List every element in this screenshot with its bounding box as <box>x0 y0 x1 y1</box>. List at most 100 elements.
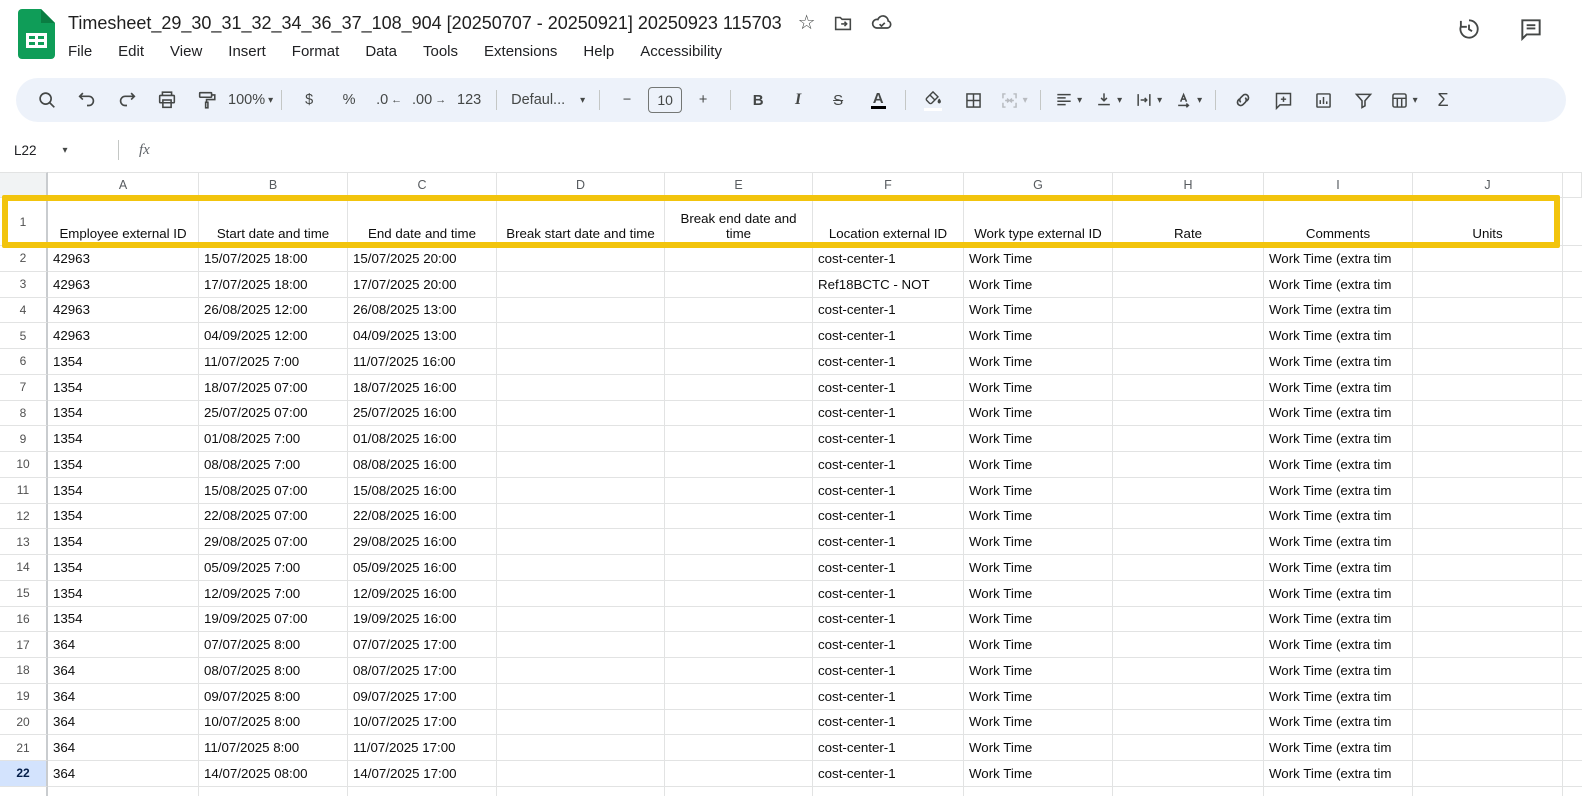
row-header-6[interactable]: 6 <box>0 349 48 375</box>
cell-C8[interactable]: 25/07/2025 16:00 <box>348 400 497 427</box>
cell-I7[interactable]: Work Time (extra tim <box>1264 374 1413 401</box>
cell-G11[interactable]: Work Time <box>964 477 1113 504</box>
cell-G19[interactable]: Work Time <box>964 683 1113 710</box>
cell-partial[interactable] <box>1563 658 1582 684</box>
cell-E5[interactable] <box>665 323 813 349</box>
cell-C3[interactable]: 17/07/2025 20:00 <box>348 271 497 298</box>
cell-H5[interactable] <box>1113 323 1264 349</box>
row-header-7[interactable]: 7 <box>0 374 48 401</box>
cell-F12[interactable]: cost-center-1 <box>813 503 964 530</box>
cell-J3[interactable] <box>1413 271 1563 298</box>
insert-comment-icon[interactable] <box>1264 85 1302 115</box>
cell-B5[interactable]: 04/09/2025 12:00 <box>199 323 348 349</box>
cell-A2[interactable]: 42963 <box>48 246 199 272</box>
cell-B[interactable] <box>199 786 348 796</box>
cell-B16[interactable]: 19/09/2025 07:00 <box>199 606 348 633</box>
cell-D11[interactable] <box>497 477 665 504</box>
cell-F13[interactable]: cost-center-1 <box>813 529 964 555</box>
row-header-14[interactable]: 14 <box>0 555 48 581</box>
cell-J19[interactable] <box>1413 683 1563 710</box>
cell-F10[interactable]: cost-center-1 <box>813 452 964 478</box>
cell-E10[interactable] <box>665 452 813 478</box>
document-title[interactable]: Timesheet_29_30_31_32_34_36_37_108_904 [… <box>68 13 782 34</box>
cell-G1[interactable]: Work type external ID <box>964 198 1113 246</box>
cell-C2[interactable]: 15/07/2025 20:00 <box>348 246 497 272</box>
cell-J13[interactable] <box>1413 529 1563 555</box>
cell-J21[interactable] <box>1413 735 1563 761</box>
cell-A16[interactable]: 1354 <box>48 606 199 633</box>
cell-D7[interactable] <box>497 374 665 401</box>
cell-B9[interactable]: 01/08/2025 7:00 <box>199 426 348 452</box>
cell-I21[interactable]: Work Time (extra tim <box>1264 735 1413 761</box>
cell-C[interactable] <box>348 786 497 796</box>
undo-icon[interactable] <box>68 85 106 115</box>
cell-C14[interactable]: 05/09/2025 16:00 <box>348 555 497 581</box>
cell-A12[interactable]: 1354 <box>48 503 199 530</box>
cell-B17[interactable]: 07/07/2025 8:00 <box>199 632 348 658</box>
zoom-select[interactable]: 100% ▾ <box>228 85 273 115</box>
cell-F15[interactable]: cost-center-1 <box>813 580 964 607</box>
cell-B7[interactable]: 18/07/2025 07:00 <box>199 374 348 401</box>
cell-partial[interactable] <box>1563 349 1582 375</box>
paint-format-icon[interactable] <box>188 85 226 115</box>
cell-I10[interactable]: Work Time (extra tim <box>1264 452 1413 478</box>
cell-C19[interactable]: 09/07/2025 17:00 <box>348 683 497 710</box>
row-header-9[interactable]: 9 <box>0 426 48 452</box>
fill-color-button[interactable] <box>914 85 952 115</box>
cell-E4[interactable] <box>665 297 813 324</box>
cell-partial[interactable] <box>1563 735 1582 761</box>
cell-B21[interactable]: 11/07/2025 8:00 <box>199 735 348 761</box>
cell-A13[interactable]: 1354 <box>48 529 199 555</box>
cell-G5[interactable]: Work Time <box>964 323 1113 349</box>
cell-D[interactable] <box>497 786 665 796</box>
cell-D3[interactable] <box>497 271 665 298</box>
cell-A19[interactable]: 364 <box>48 683 199 710</box>
cell-I20[interactable]: Work Time (extra tim <box>1264 709 1413 736</box>
cell-G7[interactable]: Work Time <box>964 374 1113 401</box>
cell-G3[interactable]: Work Time <box>964 271 1113 298</box>
row-header-3[interactable]: 3 <box>0 271 48 298</box>
cell-A20[interactable]: 364 <box>48 709 199 736</box>
cell-partial[interactable] <box>1563 426 1582 452</box>
cell-J8[interactable] <box>1413 400 1563 427</box>
functions-button[interactable]: Σ <box>1424 85 1462 115</box>
cell-I14[interactable]: Work Time (extra tim <box>1264 555 1413 581</box>
cell-I15[interactable]: Work Time (extra tim <box>1264 580 1413 607</box>
cell-F8[interactable]: cost-center-1 <box>813 400 964 427</box>
cell-A3[interactable]: 42963 <box>48 271 199 298</box>
cell-J11[interactable] <box>1413 477 1563 504</box>
cell-C15[interactable]: 12/09/2025 16:00 <box>348 580 497 607</box>
cell-H16[interactable] <box>1113 606 1264 633</box>
column-header-I[interactable]: I <box>1264 172 1413 198</box>
cell-A15[interactable]: 1354 <box>48 580 199 607</box>
cell-E11[interactable] <box>665 477 813 504</box>
row-header-17[interactable]: 17 <box>0 632 48 658</box>
cell-H14[interactable] <box>1113 555 1264 581</box>
cell-G12[interactable]: Work Time <box>964 503 1113 530</box>
row-header-18[interactable]: 18 <box>0 658 48 684</box>
cell-D12[interactable] <box>497 503 665 530</box>
cell-F20[interactable]: cost-center-1 <box>813 709 964 736</box>
row-header-19[interactable]: 19 <box>0 683 48 710</box>
cell-A18[interactable]: 364 <box>48 658 199 684</box>
cell-J20[interactable] <box>1413 709 1563 736</box>
cell-I8[interactable]: Work Time (extra tim <box>1264 400 1413 427</box>
cell-C9[interactable]: 01/08/2025 16:00 <box>348 426 497 452</box>
row-header-11[interactable]: 11 <box>0 477 48 504</box>
text-color-button[interactable]: A <box>859 85 897 115</box>
cell-G6[interactable]: Work Time <box>964 349 1113 375</box>
row-header-16[interactable]: 16 <box>0 606 48 633</box>
cell-I9[interactable]: Work Time (extra tim <box>1264 426 1413 452</box>
more-formats-button[interactable]: 123 <box>450 85 488 115</box>
column-header-C[interactable]: C <box>348 172 497 198</box>
cell-A21[interactable]: 364 <box>48 735 199 761</box>
cell-D6[interactable] <box>497 349 665 375</box>
borders-button[interactable] <box>954 85 992 115</box>
row-header-21[interactable]: 21 <box>0 735 48 761</box>
cell-A5[interactable]: 42963 <box>48 323 199 349</box>
cell-F22[interactable]: cost-center-1 <box>813 761 964 787</box>
row-header-15[interactable]: 15 <box>0 580 48 607</box>
cell-partial[interactable] <box>1563 401 1582 427</box>
cell-partial[interactable] <box>1563 323 1582 349</box>
cell-G[interactable] <box>964 786 1113 796</box>
